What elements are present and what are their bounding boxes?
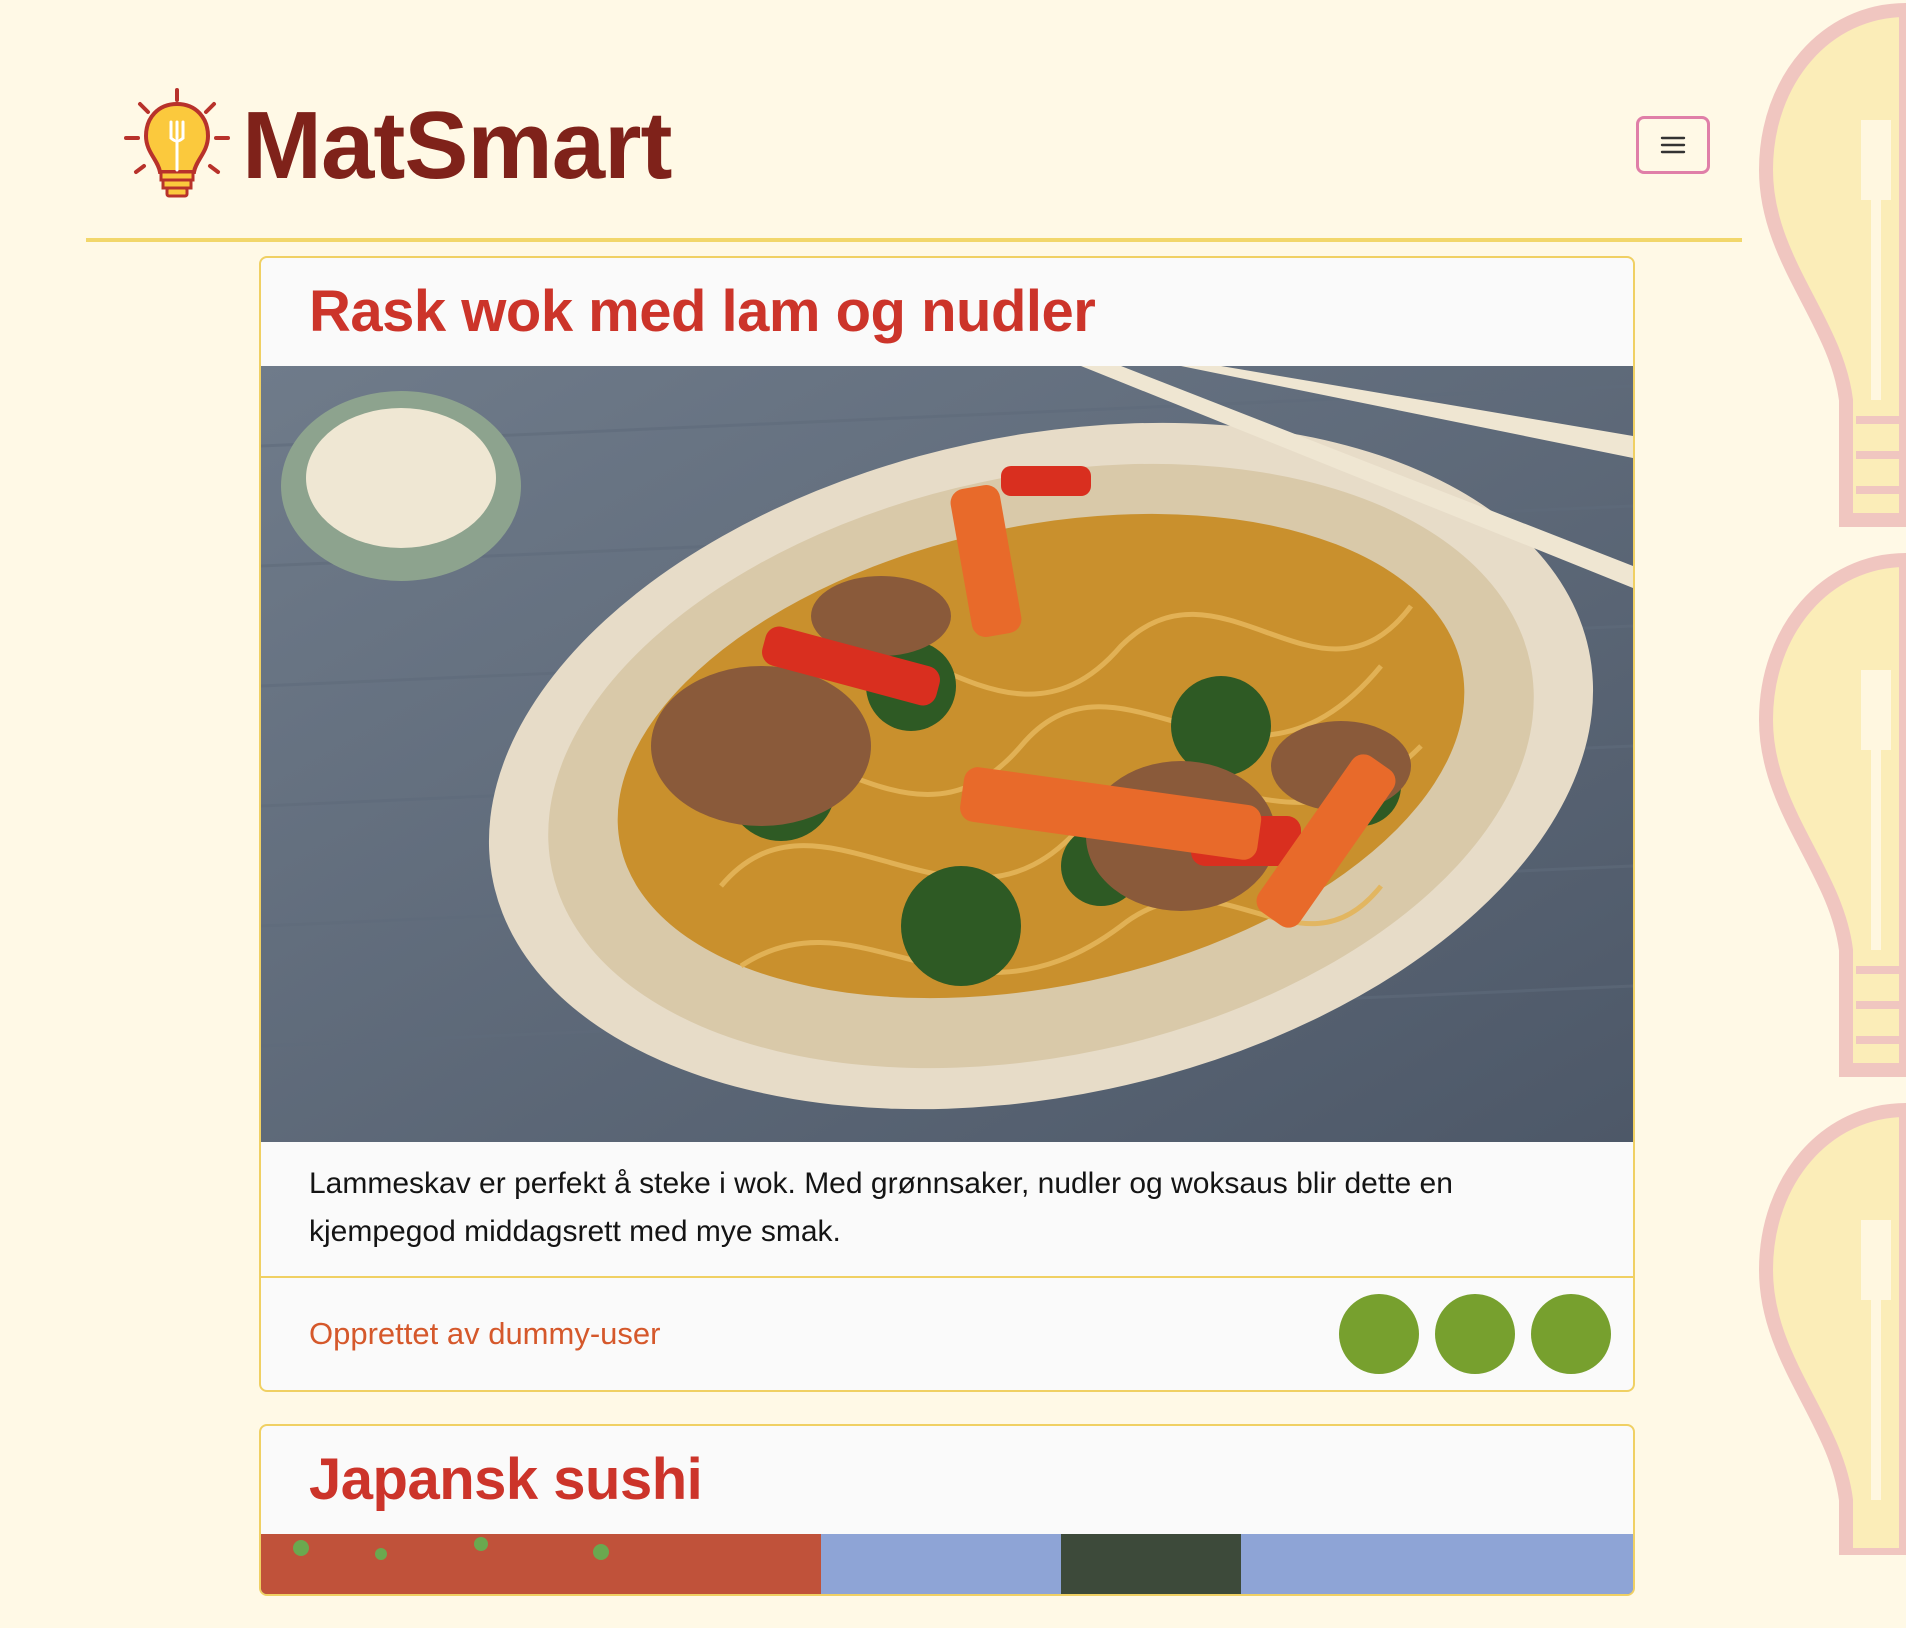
recipe-image[interactable] xyxy=(261,1534,1633,1594)
badge-circle[interactable] xyxy=(1339,1294,1419,1374)
recipe-description: Lammeskav er perfekt å steke i wok. Med … xyxy=(261,1142,1633,1278)
badge-circle[interactable] xyxy=(1531,1294,1611,1374)
site-header: MatSmart xyxy=(86,0,1742,242)
recipe-footer: Opprettet av dummy-user xyxy=(261,1278,1633,1390)
brand-name: MatSmart xyxy=(242,92,672,199)
lightbulb-pattern-icon xyxy=(1758,2,1906,1555)
brand-link[interactable]: MatSmart xyxy=(122,86,672,206)
hamburger-menu-button[interactable] xyxy=(1636,116,1710,174)
background-decoration xyxy=(1716,0,1906,1555)
recipe-image[interactable] xyxy=(261,366,1633,1142)
recipe-feed: Rask wok med lam og nudler Lammeskav er … xyxy=(259,256,1635,1628)
lightbulb-fork-icon xyxy=(124,88,230,198)
recipe-card[interactable]: Japansk sushi xyxy=(259,1424,1635,1596)
hamburger-menu-icon xyxy=(1660,136,1686,154)
recipe-card[interactable]: Rask wok med lam og nudler Lammeskav er … xyxy=(259,256,1635,1392)
recipe-badges xyxy=(1339,1294,1611,1374)
recipe-title[interactable]: Japansk sushi xyxy=(261,1426,1633,1534)
badge-circle[interactable] xyxy=(1435,1294,1515,1374)
recipe-title[interactable]: Rask wok med lam og nudler xyxy=(261,258,1633,366)
recipe-author-link[interactable]: Opprettet av dummy-user xyxy=(309,1316,660,1352)
